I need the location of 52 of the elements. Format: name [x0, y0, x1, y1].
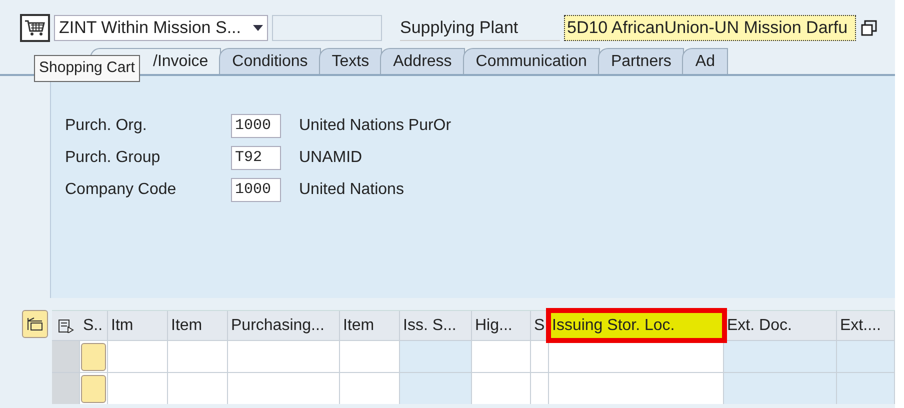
- table-cell[interactable]: [549, 341, 724, 372]
- tab[interactable]: Conditions: [219, 48, 321, 74]
- table-cell[interactable]: [108, 341, 168, 372]
- column-header[interactable]: Ext. Doc.: [724, 311, 837, 340]
- field-description: UNAMID: [299, 148, 362, 168]
- table-cell[interactable]: [228, 341, 340, 372]
- tab[interactable]: Address: [380, 48, 465, 74]
- field-description: United Nations PurOr: [299, 116, 452, 136]
- table-cell[interactable]: [472, 373, 531, 404]
- table-cell[interactable]: [531, 373, 549, 404]
- supplying-plant-field[interactable]: 5D10 AfricanUnion-UN Mission Darfu: [564, 15, 856, 41]
- table-cell[interactable]: [549, 373, 724, 404]
- table-cell[interactable]: [168, 373, 228, 404]
- column-header[interactable]: Item: [340, 311, 400, 340]
- select-all-icon[interactable]: [58, 318, 74, 332]
- table-cell[interactable]: [228, 373, 340, 404]
- input-field[interactable]: 1000: [231, 178, 281, 202]
- column-header[interactable]: Itm: [108, 311, 168, 340]
- field-label: Company Code: [65, 180, 178, 200]
- table-cell[interactable]: [472, 341, 531, 372]
- input-field[interactable]: T92: [231, 146, 281, 170]
- field-label: Purch. Group: [65, 148, 162, 168]
- table-cell[interactable]: [168, 341, 228, 372]
- order-type-dropdown[interactable]: ZINT Within Mission S...: [54, 15, 268, 41]
- tooltip: Shopping Cart: [34, 55, 140, 82]
- row-selector[interactable]: [52, 373, 80, 404]
- input-field[interactable]: 1000: [231, 114, 281, 138]
- layout-icon: [27, 317, 43, 331]
- tab[interactable]: Communication: [462, 48, 600, 74]
- column-header[interactable]: Item: [168, 311, 228, 340]
- table-cell[interactable]: [531, 341, 549, 372]
- field-label: Purch. Org.: [65, 116, 148, 136]
- tab[interactable]: Partners: [598, 48, 684, 74]
- column-header[interactable]: Issuing Stor. Loc.: [549, 311, 724, 340]
- tab[interactable]: Texts: [318, 48, 382, 74]
- column-header[interactable]: Ext....: [837, 311, 895, 340]
- column-header[interactable]: Purchasing...: [228, 311, 340, 340]
- window-icon[interactable]: [860, 19, 878, 37]
- input-field[interactable]: [272, 15, 382, 41]
- column-header[interactable]: Iss. S...: [400, 311, 472, 340]
- table-settings-button[interactable]: [22, 310, 48, 338]
- tab[interactable]: Ad: [682, 48, 728, 74]
- field-description: United Nations: [299, 180, 404, 200]
- table-cell[interactable]: [108, 373, 168, 404]
- caret-icon: [253, 25, 263, 31]
- column-header[interactable]: S..: [80, 311, 108, 340]
- shopping-cart-button[interactable]: [20, 14, 50, 42]
- field-label: Supplying Plant: [400, 14, 560, 42]
- column-header[interactable]: Hig...: [472, 311, 531, 340]
- table-cell[interactable]: [340, 341, 400, 372]
- table-cell[interactable]: [340, 373, 400, 404]
- shopping-cart-icon: [24, 19, 46, 37]
